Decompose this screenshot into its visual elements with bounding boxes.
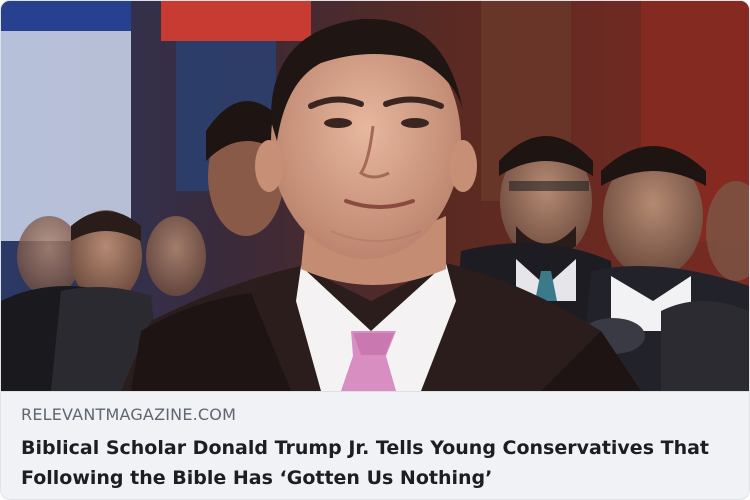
article-photo[interactable] — [1, 1, 749, 391]
link-preview-meta[interactable]: RELEVANTMAGAZINE.COM Biblical Scholar Do… — [1, 391, 749, 499]
article-title[interactable]: Biblical Scholar Donald Trump Jr. Tells … — [21, 433, 733, 493]
link-preview-card[interactable]: RELEVANTMAGAZINE.COM Biblical Scholar Do… — [0, 0, 750, 500]
article-photo-illustration — [1, 1, 749, 391]
source-domain: RELEVANTMAGAZINE.COM — [21, 405, 237, 424]
